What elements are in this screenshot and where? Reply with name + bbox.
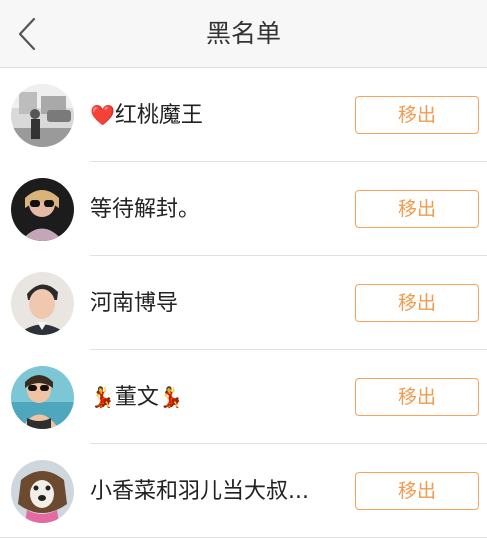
- list-item: 💃董文💃 移出: [0, 350, 487, 444]
- remove-button[interactable]: 移出: [355, 190, 479, 228]
- user-name: ❤️红桃魔王: [90, 103, 203, 128]
- list-item: 等待解封。 移出: [0, 162, 487, 256]
- list-item: 小香菜和羽儿当大叔... 移出: [0, 444, 487, 538]
- remove-button[interactable]: 移出: [355, 472, 479, 510]
- blacklist: ❤️红桃魔王 移出 等待解封。 移出 河南博导 移出 💃董文💃 移出 小香菜和羽…: [0, 68, 487, 538]
- page-title: 黑名单: [205, 19, 281, 48]
- avatar[interactable]: [11, 366, 74, 429]
- list-item: 河南博导 移出: [0, 256, 487, 350]
- user-name: 💃董文💃: [90, 385, 184, 410]
- dancer-icon: 💃: [90, 385, 115, 409]
- user-name: 等待解封。: [90, 197, 201, 222]
- remove-button[interactable]: 移出: [355, 96, 479, 134]
- dancer-icon: 💃: [158, 385, 184, 409]
- list-item: ❤️红桃魔王 移出: [0, 68, 487, 162]
- avatar[interactable]: [11, 178, 74, 241]
- navigation-bar: 黑名单: [0, 0, 487, 68]
- user-name: 河南博导: [90, 291, 179, 316]
- avatar[interactable]: [11, 460, 74, 523]
- heart-icon: ❤️: [90, 103, 115, 127]
- avatar[interactable]: [11, 84, 74, 147]
- divider: [0, 537, 487, 538]
- user-name: 小香菜和羽儿当大叔...: [90, 479, 309, 504]
- remove-button[interactable]: 移出: [355, 284, 479, 322]
- avatar[interactable]: [11, 272, 74, 335]
- remove-button[interactable]: 移出: [355, 378, 479, 416]
